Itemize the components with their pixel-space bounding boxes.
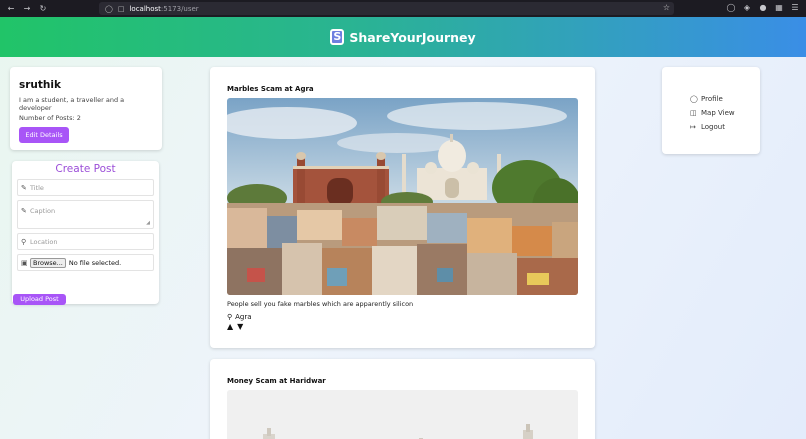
menu-item-label: Logout [701,123,725,131]
resize-handle-icon[interactable]: ◢ [146,220,150,226]
thumbs-down-icon[interactable]: ▼ [237,322,243,331]
location-pin-icon: ⚲ [21,237,27,246]
post-location-label: Agra [235,313,252,321]
post-location: ⚲ Agra [227,313,578,321]
post-image [227,98,578,295]
thumbs-up-icon[interactable]: ▲ [227,322,233,331]
edit-icon: ✎ [21,207,27,215]
upload-post-button[interactable]: Upload Post [13,294,66,305]
extensions-puzzle-icon[interactable]: ▦ [774,3,784,13]
shield-icon: ◯ [105,4,113,13]
app-title: ShareYourJourney [349,29,476,45]
browse-button[interactable]: Browse... [30,257,66,268]
caption-textarea[interactable]: ✎ Caption ◢ [17,200,154,229]
browser-toolbar: ← → ↻ ◯ □ localhost:5173/user ☆ ◯ ◈ ● ▦ … [0,0,806,17]
menu-item-label: Profile [701,95,723,103]
agra-taj-mahal-photo [227,98,578,295]
profile-card: sruthik I am a student, a traveller and … [10,67,162,150]
reload-icon[interactable]: ↻ [38,4,48,14]
caption-placeholder: Caption [30,207,56,215]
pocket-icon[interactable]: ◯ [726,3,736,13]
logo-icon: S [330,29,345,45]
location-placeholder: Location [30,237,58,246]
post-caption: People sell you fake marbles which are a… [227,300,414,308]
menu-item-logout[interactable]: ↦ Logout [690,120,760,134]
post-image [227,390,578,439]
logout-icon: ↦ [690,123,696,131]
profile-post-count: Number of Posts: 2 [19,114,81,122]
menu-item-profile[interactable]: ◯ Profile [690,92,760,106]
post-card: Money Scam at Haridwar [210,359,595,439]
edit-icon: ✎ [21,183,27,192]
file-status: No file selected. [68,258,122,267]
profile-name: sruthik [19,79,61,91]
menu-icon[interactable]: ☰ [790,3,800,13]
location-pin-icon: ⚲ [227,313,233,321]
browser-extensions: ◯ ◈ ● ▦ ☰ [726,3,800,13]
forward-icon[interactable]: → [22,4,32,14]
profile-bio: I am a student, a traveller and a develo… [19,96,125,112]
create-post-heading: Create Post [55,163,116,175]
logo[interactable]: S ShareYourJourney [330,29,476,45]
page-icon: □ [117,4,125,13]
create-post-card: Create Post ✎ Title ✎ Caption ◢ ⚲ Locati… [12,161,159,305]
file-input: ▣ Browse... No file selected. [17,254,154,271]
edit-details-button[interactable]: Edit Details [19,127,69,143]
post-card: Marbles Scam at Agra People sell you fak… [210,67,595,348]
side-menu: ◯ Profile ◫ Map View ↦ Logout [662,67,760,154]
app-header: S ShareYourJourney [0,17,806,57]
haridwar-photo [227,390,578,439]
user-icon: ◯ [690,95,698,103]
post-title: Money Scam at Haridwar [227,377,326,385]
menu-item-map-view[interactable]: ◫ Map View [690,106,760,120]
page: S ShareYourJourney sruthik I am a studen… [0,17,806,439]
extension-icon[interactable]: ◈ [742,3,752,13]
image-icon: ▣ [21,258,28,267]
bookmark-star-icon[interactable]: ☆ [663,3,670,12]
title-placeholder: Title [30,183,44,192]
post-title: Marbles Scam at Agra [227,85,314,93]
location-input[interactable]: ⚲ Location [17,233,154,250]
menu-item-label: Map View [701,109,735,117]
back-icon[interactable]: ← [6,4,16,14]
account-icon[interactable]: ● [758,3,768,13]
url-text: localhost:5173/user [129,4,199,13]
post-actions: ▲ ▼ [227,322,578,331]
address-bar[interactable]: ◯ □ localhost:5173/user ☆ [99,2,674,15]
map-icon: ◫ [690,109,697,117]
title-input[interactable]: ✎ Title [17,179,154,196]
